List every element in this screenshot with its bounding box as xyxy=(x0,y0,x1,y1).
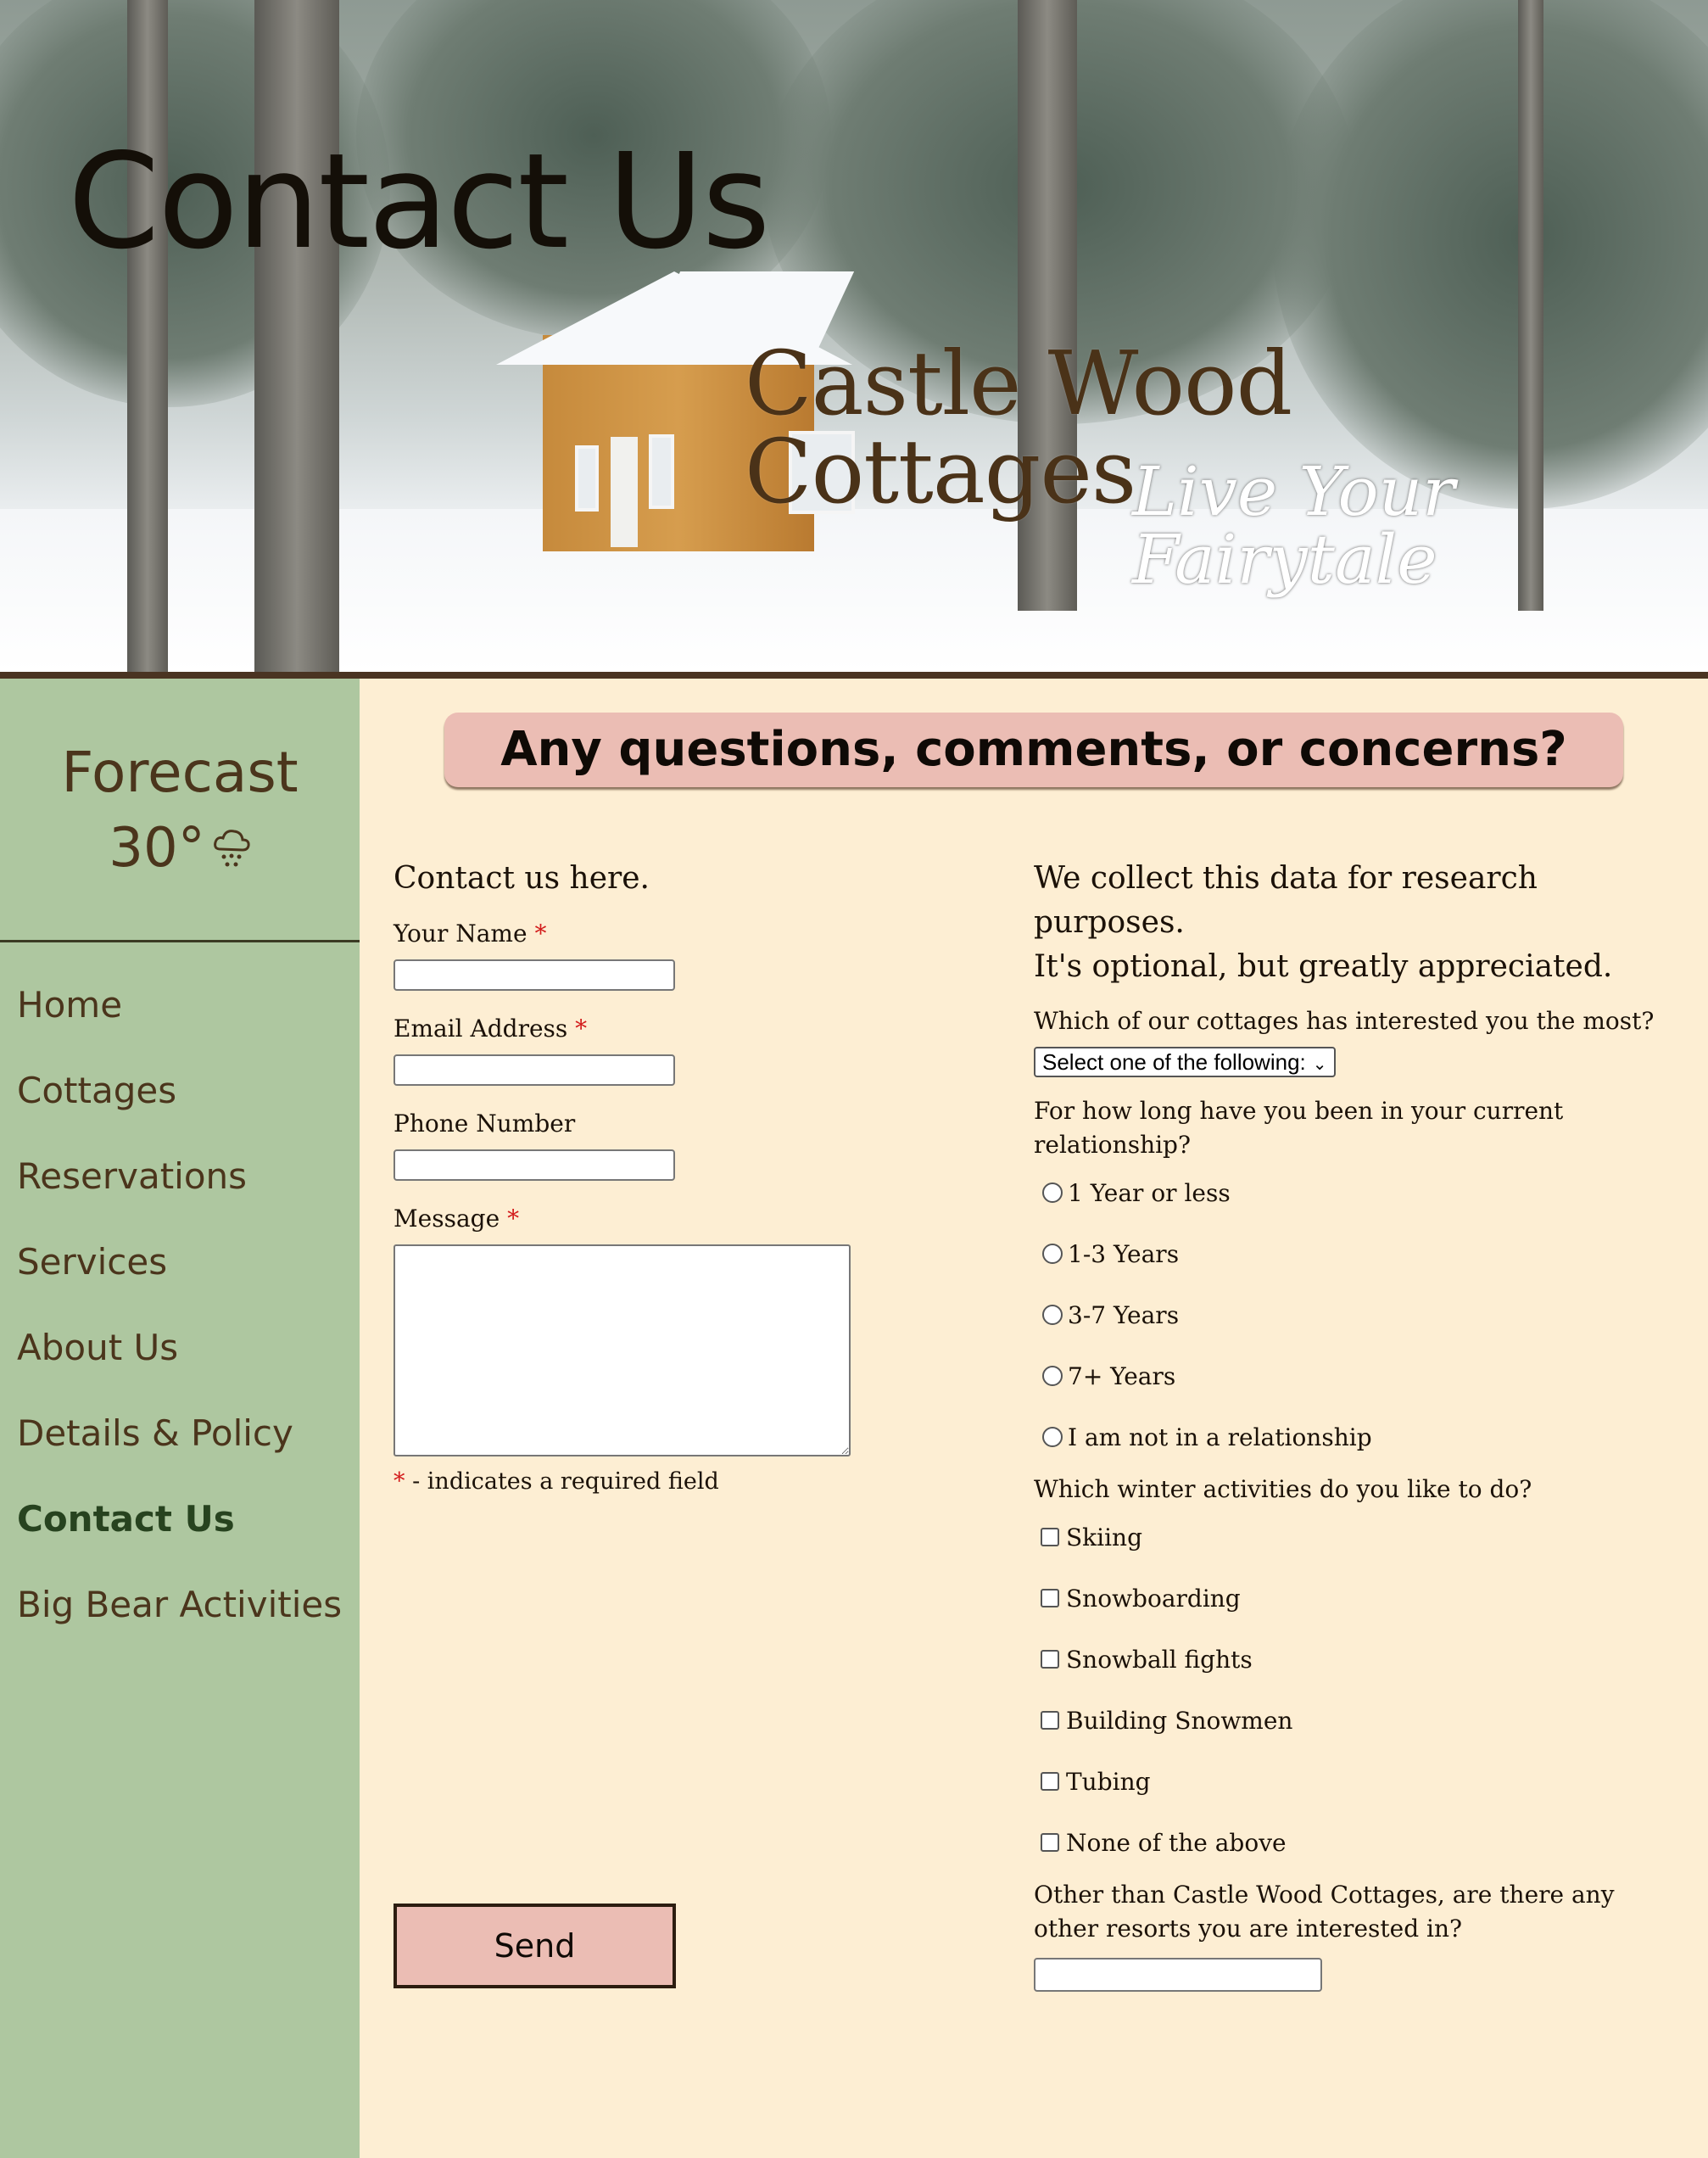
nav-item-services[interactable]: Services xyxy=(17,1237,342,1322)
required-marker: * xyxy=(507,1205,520,1233)
tree-trunk xyxy=(254,0,339,672)
header-banner: Contact Us Castle Wood Cottages Live You… xyxy=(0,0,1708,672)
required-marker: * xyxy=(534,920,547,948)
message-textarea[interactable] xyxy=(394,1244,851,1456)
snow-cloud-icon xyxy=(212,825,251,867)
radio-label: 1 Year or less xyxy=(1068,1178,1231,1207)
send-button[interactable]: Send xyxy=(394,1904,676,1988)
resorts-input[interactable] xyxy=(1034,1958,1322,1992)
phone-input[interactable] xyxy=(394,1149,675,1181)
checkbox-label: None of the above xyxy=(1066,1828,1287,1857)
resorts-question: Other than Castle Wood Cottages, are the… xyxy=(1034,1881,1615,1943)
sidebar-nav: Home Cottages Reservations Services Abou… xyxy=(17,980,342,1665)
checkbox-label: Snowball fights xyxy=(1066,1645,1253,1674)
radio-label: I am not in a relationship xyxy=(1068,1423,1372,1451)
required-marker: * xyxy=(575,1015,588,1043)
checkbox-label: Skiing xyxy=(1066,1523,1143,1551)
radio-option[interactable]: 1-3 Years xyxy=(1034,1223,1670,1284)
checkbox[interactable] xyxy=(1041,1772,1059,1791)
required-field-note: * - indicates a required field xyxy=(394,1468,868,1495)
checkbox[interactable] xyxy=(1041,1528,1059,1546)
banner-border xyxy=(0,672,1708,679)
radio-button[interactable] xyxy=(1042,1182,1063,1203)
nav-item-home[interactable]: Home xyxy=(17,980,342,1065)
name-label: Your Name * xyxy=(394,920,868,948)
radio-label: 7+ Years xyxy=(1068,1361,1176,1390)
radio-button[interactable] xyxy=(1042,1244,1063,1264)
checkbox-option[interactable]: Building Snowmen xyxy=(1034,1690,1670,1751)
survey-intro-line2: It's optional, but greatly appreciated. xyxy=(1034,949,1613,984)
checkbox-label: Tubing xyxy=(1066,1767,1151,1796)
relationship-question: For how long have you been in your curre… xyxy=(1034,1097,1564,1159)
checkbox-option[interactable]: Snowball fights xyxy=(1034,1629,1670,1690)
chevron-down-icon: ⌄ xyxy=(1312,1055,1327,1074)
contact-intro: Contact us here. xyxy=(394,861,650,896)
email-input[interactable] xyxy=(394,1054,675,1086)
message-label: Message * xyxy=(394,1205,868,1233)
radio-option[interactable]: 7+ Years xyxy=(1034,1345,1670,1406)
required-note-text: - indicates a required field xyxy=(412,1468,719,1495)
brand-tagline: Live Your Fairytale xyxy=(1132,452,1455,599)
checkbox-option[interactable]: None of the above xyxy=(1034,1812,1670,1873)
nav-item-details-policy[interactable]: Details & Policy xyxy=(17,1408,342,1494)
section-heading: Any questions, comments, or concerns? xyxy=(444,713,1623,787)
tree-trunk xyxy=(127,0,168,672)
phone-label: Phone Number xyxy=(394,1110,576,1138)
sidebar-divider xyxy=(0,940,360,942)
cabin-window xyxy=(575,445,599,512)
email-label: Email Address * xyxy=(394,1015,868,1043)
radio-button[interactable] xyxy=(1042,1427,1063,1447)
checkbox-option[interactable]: Snowboarding xyxy=(1034,1568,1670,1629)
cabin-window xyxy=(649,434,674,509)
checkbox[interactable] xyxy=(1041,1711,1059,1730)
forecast-temperature-row: 30° xyxy=(0,821,360,875)
survey-intro-line1: We collect this data for research purpos… xyxy=(1034,861,1538,940)
radio-label: 3-7 Years xyxy=(1068,1300,1180,1329)
cabin-door xyxy=(611,437,638,547)
page-title: Contact Us xyxy=(68,125,771,278)
checkbox-option[interactable]: Skiing xyxy=(1034,1507,1670,1568)
checkbox[interactable] xyxy=(1041,1833,1059,1852)
nav-item-reservations[interactable]: Reservations xyxy=(17,1151,342,1237)
email-label-text: Email Address xyxy=(394,1015,568,1043)
nav-item-about-us[interactable]: About Us xyxy=(17,1322,342,1408)
name-input[interactable] xyxy=(394,959,675,991)
checkbox-label: Snowboarding xyxy=(1066,1584,1241,1613)
nav-item-cottages[interactable]: Cottages xyxy=(17,1065,342,1151)
forecast-widget: Forecast 30° xyxy=(0,738,360,876)
checkbox-option[interactable]: Tubing xyxy=(1034,1751,1670,1812)
message-label-text: Message xyxy=(394,1205,500,1233)
cottage-question: Which of our cottages has interested you… xyxy=(1034,1007,1655,1035)
nav-item-big-bear-activities[interactable]: Big Bear Activities xyxy=(17,1579,342,1665)
radio-option[interactable]: I am not in a relationship xyxy=(1034,1406,1670,1468)
activities-question: Which winter activities do you like to d… xyxy=(1034,1475,1532,1503)
radio-option[interactable]: 3-7 Years xyxy=(1034,1284,1670,1345)
required-marker: * xyxy=(394,1468,405,1495)
survey-form: We collect this data for research purpos… xyxy=(1034,857,1670,1992)
checkbox-label: Building Snowmen xyxy=(1066,1706,1293,1735)
name-label-text: Your Name xyxy=(394,920,527,948)
checkbox[interactable] xyxy=(1041,1650,1059,1669)
radio-button[interactable] xyxy=(1042,1366,1063,1386)
checkbox[interactable] xyxy=(1041,1589,1059,1607)
radio-label: 1-3 Years xyxy=(1068,1239,1180,1268)
nav-item-contact-us[interactable]: Contact Us xyxy=(17,1494,342,1579)
contact-form: Contact us here. Your Name * Email Addre… xyxy=(394,857,868,1495)
forecast-temperature: 30° xyxy=(109,817,205,880)
cottage-select-value: Select one of the following: xyxy=(1042,1049,1306,1075)
cottage-select[interactable]: Select one of the following: ⌄ xyxy=(1034,1047,1336,1077)
radio-option[interactable]: 1 Year or less xyxy=(1034,1162,1670,1223)
forecast-title: Forecast xyxy=(61,740,299,805)
radio-button[interactable] xyxy=(1042,1305,1063,1325)
